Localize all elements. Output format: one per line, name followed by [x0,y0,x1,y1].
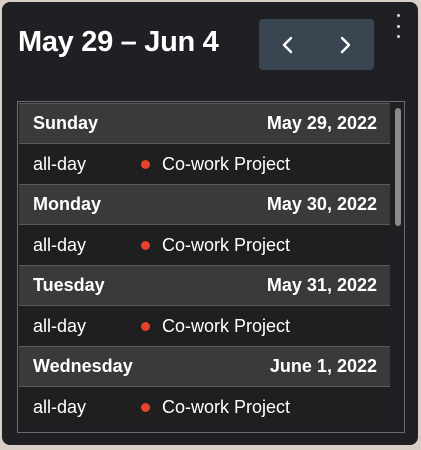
scrollbar[interactable] [392,102,404,432]
agenda-items: Sunday May 29, 2022 all-day Co-work Proj… [19,103,390,427]
day-name: Wednesday [33,356,133,376]
week-navigation [259,19,374,70]
next-week-button[interactable] [317,19,375,70]
day-name: Sunday [33,113,99,133]
event-row[interactable]: all-day Co-work Project [19,143,390,184]
event-color-dot [141,159,150,169]
event-row[interactable]: all-day Co-work Project [19,386,390,427]
day-date: June 1, 2022 [269,356,377,376]
event-row[interactable]: all-day Co-work Project [19,305,390,346]
day-header-wednesday: Wednesday June 1, 2022 [19,346,390,386]
event-title: Co-work Project [162,234,291,255]
event-time: all-day [33,315,87,336]
event-color-dot [141,240,150,250]
chevron-left-icon [282,36,292,53]
scrollbar-thumb[interactable] [395,108,401,226]
day-date: May 29, 2022 [266,113,377,133]
event-color-dot [141,402,150,412]
event-title: Co-work Project [162,315,291,336]
day-header-sunday: Sunday May 29, 2022 [19,103,390,143]
day-date: May 30, 2022 [266,194,377,214]
event-row[interactable]: all-day Co-work Project [19,224,390,265]
day-header-tuesday: Tuesday May 31, 2022 [19,265,390,305]
date-range-title: May 29 – Jun 4 [18,26,219,58]
event-color-dot [141,321,150,331]
kebab-menu-icon [396,14,400,17]
event-title: Co-work Project [162,153,291,174]
event-time: all-day [33,396,87,417]
day-date: May 31, 2022 [266,275,377,295]
calendar-widget: May 29 – Jun 4 Sunday May 29, 2022 all-d… [2,2,418,445]
event-time: all-day [33,153,87,174]
event-time: all-day [33,234,87,255]
day-header-monday: Monday May 30, 2022 [19,184,390,224]
more-options-button[interactable] [391,14,405,38]
day-name: Monday [33,194,102,214]
previous-week-button[interactable] [259,19,317,70]
day-name: Tuesday [33,275,105,295]
chevron-right-icon [341,36,351,53]
agenda-list[interactable]: Sunday May 29, 2022 all-day Co-work Proj… [17,101,405,433]
event-title: Co-work Project [162,396,291,417]
